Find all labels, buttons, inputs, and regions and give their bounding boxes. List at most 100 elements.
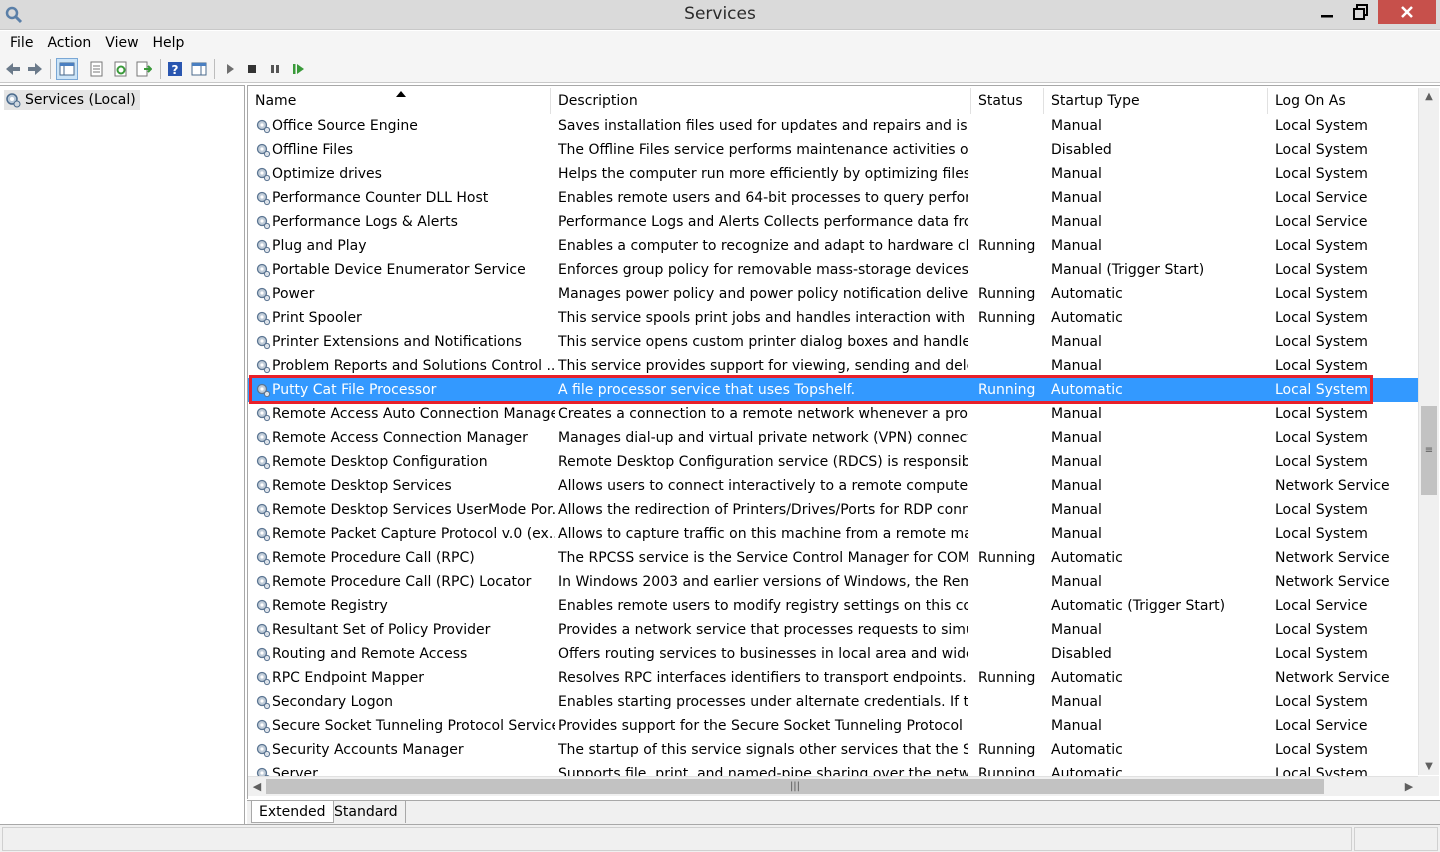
- back-button[interactable]: [2, 58, 24, 80]
- table-row[interactable]: Plug and Play Enables a computer to recog…: [248, 234, 1418, 258]
- column-header-log-on-as[interactable]: Log On As: [1268, 88, 1418, 114]
- table-row[interactable]: RPC Endpoint Mapper Resolves RPC interfac…: [248, 666, 1418, 690]
- service-status: Running: [978, 550, 1036, 566]
- play-icon: [227, 64, 234, 74]
- table-row[interactable]: Print Spooler This service spools print j…: [248, 306, 1418, 330]
- service-gear-icon: [256, 671, 271, 686]
- menu-help[interactable]: Help: [146, 35, 192, 51]
- service-name-cell: Portable Device Enumerator Service: [255, 258, 555, 282]
- menu-action[interactable]: Action: [40, 35, 98, 51]
- properties-button[interactable]: [86, 58, 108, 80]
- table-row[interactable]: Remote Procedure Call (RPC) The RPCSS ser…: [248, 546, 1418, 570]
- scroll-left-arrow-icon[interactable]: ◀: [248, 777, 266, 796]
- service-name: Remote Desktop Configuration: [272, 454, 488, 470]
- column-header-status[interactable]: Status: [971, 88, 1044, 114]
- vertical-scrollbar[interactable]: ▲ ≡ ▼: [1418, 88, 1439, 775]
- service-name: Print Spooler: [272, 310, 362, 326]
- service-description: Allows users to connect interactively to…: [558, 478, 968, 494]
- service-name: Performance Logs & Alerts: [272, 214, 458, 230]
- tab-standard[interactable]: Standard: [327, 801, 406, 823]
- table-row[interactable]: Performance Counter DLL Host Enables remo…: [248, 186, 1418, 210]
- table-row[interactable]: Remote Desktop Services Allows users to c…: [248, 474, 1418, 498]
- menu-file[interactable]: File: [3, 35, 40, 51]
- stop-service-button[interactable]: [241, 58, 263, 80]
- scroll-down-arrow-icon[interactable]: ▼: [1419, 758, 1439, 775]
- service-name-cell: Printer Extensions and Notifications: [255, 330, 555, 354]
- service-gear-icon: [256, 503, 271, 518]
- service-gear-icon: [256, 743, 271, 758]
- table-row[interactable]: Problem Reports and Solutions Control ..…: [248, 354, 1418, 378]
- service-name: Plug and Play: [272, 238, 367, 254]
- service-gear-icon: [256, 623, 271, 638]
- table-row[interactable]: Office Source Engine Saves installation f…: [248, 114, 1418, 138]
- service-description: This service opens custom printer dialog…: [558, 334, 968, 350]
- table-row[interactable]: Remote Registry Enables remote users to m…: [248, 594, 1418, 618]
- table-row[interactable]: Secondary Logon Enables starting processe…: [248, 690, 1418, 714]
- service-startup-type: Manual: [1051, 190, 1102, 206]
- table-row[interactable]: Performance Logs & Alerts Performance Log…: [248, 210, 1418, 234]
- view-tabs: Extended Standard: [247, 800, 1440, 824]
- vertical-scroll-thumb[interactable]: ≡: [1421, 406, 1437, 495]
- help-icon: ?: [168, 62, 182, 77]
- restart-service-button[interactable]: [287, 58, 309, 80]
- table-row[interactable]: Resultant Set of Policy Provider Provides…: [248, 618, 1418, 642]
- start-service-button[interactable]: [219, 58, 241, 80]
- table-row[interactable]: Portable Device Enumerator Service Enforc…: [248, 258, 1418, 282]
- tab-extended[interactable]: Extended: [251, 801, 334, 823]
- table-row[interactable]: Remote Access Connection Manager Manages …: [248, 426, 1418, 450]
- column-header-description[interactable]: Description: [551, 88, 971, 114]
- scroll-up-arrow-icon[interactable]: ▲: [1419, 88, 1439, 105]
- table-row-selected[interactable]: Putty Cat File Processor A file processor…: [248, 378, 1418, 402]
- table-row[interactable]: Remote Packet Capture Protocol v.0 (ex..…: [248, 522, 1418, 546]
- table-row[interactable]: Optimize drives Helps the computer run mo…: [248, 162, 1418, 186]
- horizontal-scroll-thumb[interactable]: |||: [266, 779, 1324, 794]
- minimize-button[interactable]: [1310, 0, 1344, 24]
- horizontal-scrollbar[interactable]: ◀ ||| ▶: [248, 776, 1418, 796]
- tree-item-label: Services (Local): [25, 92, 136, 108]
- show-hide-console-tree-button[interactable]: [56, 58, 78, 80]
- service-startup-type: Manual: [1051, 214, 1102, 230]
- help-button[interactable]: ?: [164, 58, 186, 80]
- table-row[interactable]: Offline Files The Offline Files service p…: [248, 138, 1418, 162]
- status-bar-segment: [1354, 827, 1438, 851]
- close-button[interactable]: [1378, 0, 1436, 24]
- service-log-on-as: Local System: [1275, 382, 1368, 398]
- service-name-cell: RPC Endpoint Mapper: [255, 666, 555, 690]
- column-header-name[interactable]: Name: [248, 88, 551, 114]
- service-startup-type: Manual: [1051, 118, 1102, 134]
- service-description: Enables starting processes under alterna…: [558, 694, 968, 710]
- forward-button[interactable]: [24, 58, 46, 80]
- console-tree: Services (Local): [0, 85, 245, 824]
- service-log-on-as: Network Service: [1275, 550, 1390, 566]
- table-row[interactable]: Routing and Remote Access Offers routing …: [248, 642, 1418, 666]
- service-name: Putty Cat File Processor: [272, 382, 437, 398]
- service-startup-type: Manual: [1051, 694, 1102, 710]
- tree-item-services-local[interactable]: Services (Local): [4, 90, 140, 110]
- service-name-cell: Print Spooler: [255, 306, 555, 330]
- forward-arrow-icon: [28, 63, 42, 75]
- table-row[interactable]: Secure Socket Tunneling Protocol Service…: [248, 714, 1418, 738]
- refresh-button[interactable]: [110, 58, 132, 80]
- table-row[interactable]: Security Accounts Manager The startup of …: [248, 738, 1418, 762]
- column-header-startup-type[interactable]: Startup Type: [1044, 88, 1268, 114]
- show-action-pane-button[interactable]: [188, 58, 210, 80]
- table-row[interactable]: Remote Procedure Call (RPC) Locator In Wi…: [248, 570, 1418, 594]
- restore-button[interactable]: [1344, 0, 1378, 24]
- service-name: Remote Access Connection Manager: [272, 430, 528, 446]
- table-row[interactable]: Printer Extensions and Notifications This…: [248, 330, 1418, 354]
- scroll-right-arrow-icon[interactable]: ▶: [1400, 777, 1418, 796]
- service-description: Creates a connection to a remote network…: [558, 406, 968, 422]
- service-startup-type: Manual: [1051, 622, 1102, 638]
- service-gear-icon: [256, 263, 271, 278]
- service-gear-icon: [256, 335, 271, 350]
- service-gear-icon: [256, 431, 271, 446]
- menu-view[interactable]: View: [98, 35, 145, 51]
- pause-service-button[interactable]: [264, 58, 286, 80]
- service-gear-icon: [256, 167, 271, 182]
- table-row[interactable]: Remote Desktop Services UserMode Por... A…: [248, 498, 1418, 522]
- table-row[interactable]: Remote Access Auto Connection Manager Cre…: [248, 402, 1418, 426]
- export-list-button[interactable]: [133, 58, 155, 80]
- status-bar: [0, 824, 1440, 852]
- table-row[interactable]: Power Manages power policy and power poli…: [248, 282, 1418, 306]
- table-row[interactable]: Remote Desktop Configuration Remote Deskt…: [248, 450, 1418, 474]
